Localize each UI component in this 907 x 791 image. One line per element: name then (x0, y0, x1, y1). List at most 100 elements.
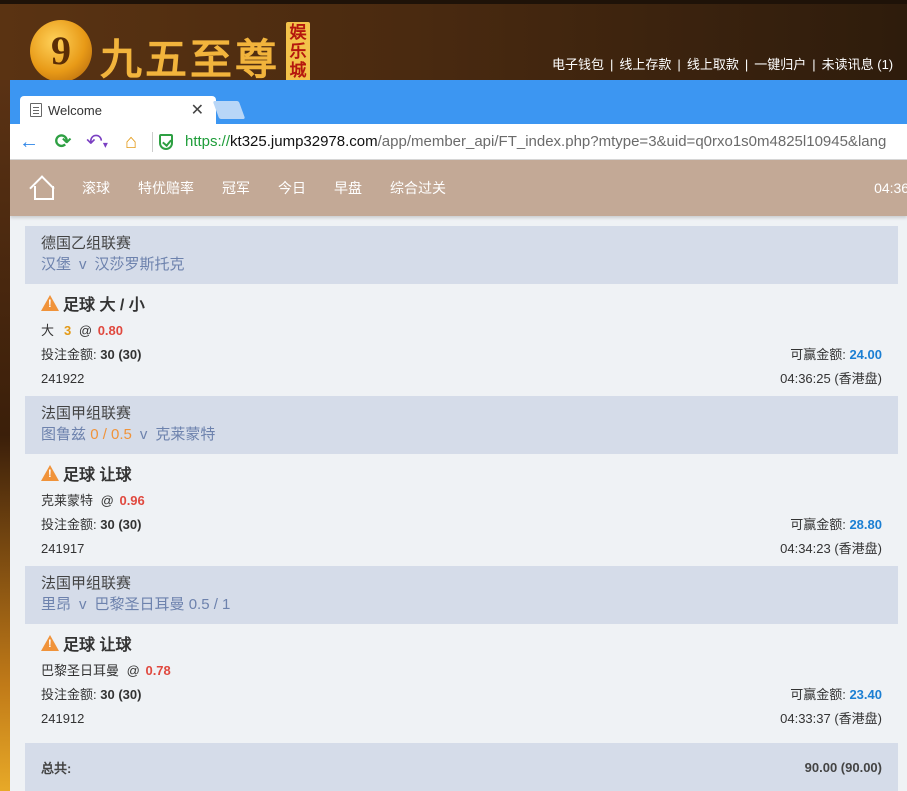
bet-pick: 克莱蒙特 @ 0.96 (41, 492, 882, 510)
divider: | (610, 57, 614, 72)
stake-value: 30 (30) (100, 687, 142, 702)
close-icon[interactable]: ✕ (191, 100, 204, 120)
stake-value: 30 (30) (100, 347, 142, 362)
stake-value: 30 (30) (100, 517, 142, 532)
site-logo[interactable]: 9 九五至尊 娱乐城 (30, 20, 311, 84)
bet-slip: 足球 让球 巴黎圣日耳曼 @ 0.78 投注金额: 30 (30) 可赢金额: … (25, 624, 898, 736)
win-info: 可赢金额: 24.00 (790, 346, 882, 364)
ticket-row: 241912 04:33:37 (香港盘) (41, 710, 882, 728)
bet-pick: 大3 @ 0.80 (41, 322, 882, 340)
stake-row: 投注金额: 30 (30) 可赢金额: 24.00 (41, 346, 882, 364)
versus: v (79, 256, 87, 273)
total-row: 总共: 90.00 (90.00) (25, 743, 898, 791)
at-symbol: @ (126, 663, 140, 678)
address-bar: ← ⟳ ↶▾ ⌂ https://kt325.jump32978.com/app… (10, 124, 907, 160)
home-team: 里昂 (41, 596, 72, 613)
win-label: 可赢金额: (790, 687, 846, 702)
versus: v (139, 426, 148, 443)
warning-icon (41, 465, 59, 481)
ticket-row: 241922 04:36:25 (香港盘) (41, 370, 882, 388)
win-label: 可赢金额: (790, 347, 846, 362)
nav-early[interactable]: 早盘 (334, 178, 362, 198)
url-host: kt325.jump32978.com (230, 133, 378, 150)
ticket-number: 241922 (41, 371, 85, 386)
pick-line: 3 (64, 323, 72, 338)
bet-list: 德国乙组联赛 汉堡 v 汉莎罗斯托克 足球 大 / 小 大3 @ 0.80 投注金额… (25, 226, 898, 736)
bet-slip: 足球 让球 克莱蒙特 @ 0.96 投注金额: 30 (30) 可赢金额: 28… (25, 454, 898, 566)
bet-type-title: 足球 让球 (41, 462, 882, 484)
tab-title: Welcome (48, 102, 102, 118)
new-tab-button[interactable] (212, 101, 246, 119)
background-left-edge (0, 80, 10, 791)
undo-icon[interactable]: ↶▾ (82, 127, 112, 157)
logo-emblem-icon: 9 (30, 20, 92, 82)
stake-row: 投注金额: 30 (30) 可赢金额: 28.80 (41, 516, 882, 534)
ticket-number: 241912 (41, 711, 85, 726)
match-header: 法国甲组联赛 里昂 v 巴黎圣日耳曼 0.5 / 1 (25, 566, 898, 624)
bet-time: 04:36:25 (香港盘) (780, 371, 882, 386)
browser-window: Welcome ✕ ← ⟳ ↶▾ ⌂ https://kt325.jump329… (10, 80, 907, 791)
nav-champion[interactable]: 冠军 (222, 178, 250, 198)
back-arrow-icon[interactable]: ← (14, 127, 44, 157)
total-label: 总共: (41, 760, 72, 776)
bet-time: 04:34:23 (香港盘) (780, 541, 882, 556)
home-icon[interactable] (30, 176, 54, 200)
stake-label: 投注金额: (41, 687, 97, 702)
nav-today[interactable]: 今日 (278, 178, 306, 198)
versus: v (79, 596, 87, 613)
bet-type: 足球 让球 (63, 637, 132, 654)
league-name: 法国甲组联赛 (41, 575, 132, 592)
site-top-links: 电子钱包 | 线上存款 | 线上取款 | 一键归户 | 未读讯息 (1) (552, 54, 893, 73)
win-info: 可赢金额: 28.80 (790, 516, 882, 534)
match-teams: 汉堡 v 汉莎罗斯托克 (41, 254, 882, 276)
bet-slip: 足球 大 / 小 大3 @ 0.80 投注金额: 30 (30) 可赢金额: 2… (25, 284, 898, 396)
total-value: 90.00 (90.00) (804, 759, 882, 775)
link-online-withdraw[interactable]: 线上取款 (687, 57, 739, 72)
league-name: 法国甲组联赛 (41, 405, 132, 422)
reload-icon[interactable]: ⟳ (48, 127, 78, 157)
divider (152, 131, 153, 152)
bet-type-title: 足球 让球 (41, 632, 882, 654)
link-unread-messages[interactable]: 未读讯息 (1) (822, 57, 894, 72)
stake-info: 投注金额: 30 (30) (41, 686, 141, 704)
page-icon (30, 103, 42, 117)
win-value: 28.80 (849, 517, 882, 532)
away-team: 巴黎圣日耳曼 (94, 596, 185, 613)
league-name: 德国乙组联赛 (41, 235, 132, 252)
handicap: 0.5 / 1 (188, 596, 231, 613)
link-online-deposit[interactable]: 线上存款 (619, 57, 671, 72)
nav-live[interactable]: 滚球 (82, 178, 110, 198)
pick-selection: 克莱蒙特 (41, 493, 94, 508)
odds-value: 0.78 (145, 663, 171, 678)
top-strip (0, 0, 907, 4)
win-label: 可赢金额: (790, 517, 846, 532)
link-one-click-transfer[interactable]: 一键归户 (754, 57, 806, 72)
nav-special-odds[interactable]: 特优赔率 (138, 178, 194, 198)
stake-info: 投注金额: 30 (30) (41, 346, 141, 364)
shield-icon[interactable] (159, 133, 173, 150)
bet-type-title: 足球 大 / 小 (41, 292, 882, 314)
link-e-wallet[interactable]: 电子钱包 (552, 57, 604, 72)
win-value: 23.40 (849, 687, 882, 702)
home-icon[interactable]: ⌂ (116, 127, 146, 157)
at-symbol: @ (100, 493, 114, 508)
warning-icon (41, 635, 59, 651)
url-path: /app/member_api/FT_index.php?mtype=3&uid… (377, 133, 887, 150)
nav-parlay[interactable]: 综合过关 (390, 178, 446, 198)
url-field[interactable]: https://kt325.jump32978.com/app/member_a… (185, 133, 886, 150)
odds-value: 0.96 (119, 493, 145, 508)
tab-welcome[interactable]: Welcome ✕ (20, 96, 216, 124)
stake-info: 投注金额: 30 (30) (41, 516, 141, 534)
divider: | (812, 57, 816, 72)
url-scheme: https:// (185, 133, 231, 150)
away-team: 汉莎罗斯托克 (94, 256, 185, 273)
match-teams: 里昂 v 巴黎圣日耳曼 0.5 / 1 (41, 594, 882, 616)
tab-bar: Welcome ✕ (10, 80, 907, 124)
win-value: 24.00 (849, 347, 882, 362)
bet-pick: 巴黎圣日耳曼 @ 0.78 (41, 662, 882, 680)
match-header: 法国甲组联赛 图鲁兹 0 / 0.5 v 克莱蒙特 (25, 396, 898, 454)
logo-badge: 娱乐城 (286, 22, 311, 82)
handicap: 0 / 0.5 (90, 426, 132, 443)
home-team: 图鲁兹 (41, 426, 87, 443)
ticket-row: 241917 04:34:23 (香港盘) (41, 540, 882, 558)
